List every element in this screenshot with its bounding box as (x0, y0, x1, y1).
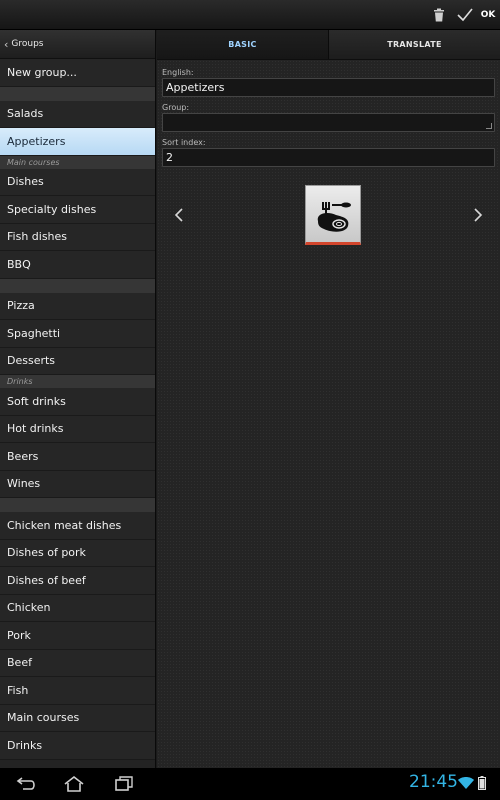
home-icon (64, 775, 84, 792)
list-item[interactable]: Drinks (0, 732, 155, 760)
english-label: English: (162, 67, 194, 77)
list-item[interactable]: Beers (0, 443, 155, 471)
groups-sidebar: ‹ Groups New group... Salads Appetizers Mai… (0, 30, 156, 768)
status-clock: 21:45 (409, 772, 458, 792)
list-item[interactable]: Specialty dishes (0, 196, 155, 224)
list-item[interactable]: Chicken meat dishes (0, 512, 155, 540)
selected-group-icon[interactable] (305, 185, 361, 245)
tab-bar: BASIC TRANSLATE (157, 30, 500, 60)
list-item[interactable]: Dishes of beef (0, 567, 155, 595)
status-icons (458, 776, 486, 790)
group-label: Group: (162, 102, 190, 112)
list-item[interactable]: Pork (0, 622, 155, 650)
groups-header-label: Groups (11, 39, 44, 49)
section-divider (0, 498, 155, 512)
list-item[interactable]: Beef (0, 649, 155, 677)
previous-icon-button[interactable] (167, 203, 191, 227)
battery-icon (478, 776, 486, 790)
icon-picker (162, 181, 495, 253)
section-header: Drinks (0, 375, 155, 388)
list-item[interactable]: Dishes (0, 168, 155, 196)
list-item[interactable]: Soft drinks (0, 388, 155, 416)
list-item[interactable]: Appetizers (0, 128, 155, 156)
system-navigation-bar: 21:45 (0, 768, 500, 800)
list-item[interactable]: Hot drinks (0, 415, 155, 443)
english-field[interactable]: Appetizers (162, 78, 495, 97)
section-header: Main courses (0, 155, 155, 169)
groups-back-button[interactable]: ‹ Groups (0, 30, 155, 59)
chevron-right-icon (474, 208, 483, 222)
sort-index-field[interactable]: 2 (162, 148, 495, 167)
back-arrow-icon (16, 777, 35, 790)
groups-list: New group... Salads Appetizers Main courses… (0, 59, 155, 760)
ok-button[interactable]: OK (477, 0, 499, 30)
edit-panel: BASIC TRANSLATE English: Appetizers Grou… (157, 30, 500, 768)
chevron-left-icon: ‹ (4, 37, 9, 51)
delete-button[interactable] (428, 0, 450, 30)
recent-apps-icon (115, 776, 133, 791)
new-group-item[interactable]: New group... (0, 59, 155, 87)
chevron-left-icon (174, 208, 183, 222)
steak-fork-knife-icon (317, 202, 351, 232)
action-bar: OK (0, 0, 500, 30)
group-form: English: Appetizers Group: Sort index: 2 (157, 60, 500, 253)
list-item[interactable]: BBQ (0, 251, 155, 279)
trash-icon (434, 8, 444, 22)
home-button[interactable] (60, 772, 88, 796)
list-item[interactable]: Salads (0, 100, 155, 128)
list-item[interactable]: Pizza (0, 292, 155, 320)
checkmark-icon (457, 8, 473, 22)
confirm-button[interactable] (453, 0, 477, 30)
list-item[interactable]: Fish dishes (0, 223, 155, 251)
group-field[interactable] (162, 113, 495, 132)
list-item[interactable]: Main courses (0, 704, 155, 732)
tab-basic[interactable]: BASIC (157, 30, 329, 59)
back-button[interactable] (12, 772, 40, 796)
list-item[interactable]: Wines (0, 470, 155, 498)
list-item[interactable]: Fish (0, 677, 155, 705)
section-divider (0, 86, 155, 101)
sort-index-label: Sort index: (162, 137, 206, 147)
list-item[interactable]: Dishes of pork (0, 539, 155, 567)
tab-translate[interactable]: TRANSLATE (329, 30, 500, 59)
list-item[interactable]: Chicken (0, 594, 155, 622)
next-icon-button[interactable] (466, 203, 490, 227)
list-item[interactable]: Desserts (0, 347, 155, 375)
recent-apps-button[interactable] (110, 772, 138, 796)
wifi-icon (458, 777, 474, 789)
section-divider (0, 278, 155, 293)
list-item[interactable]: Spaghetti (0, 320, 155, 348)
